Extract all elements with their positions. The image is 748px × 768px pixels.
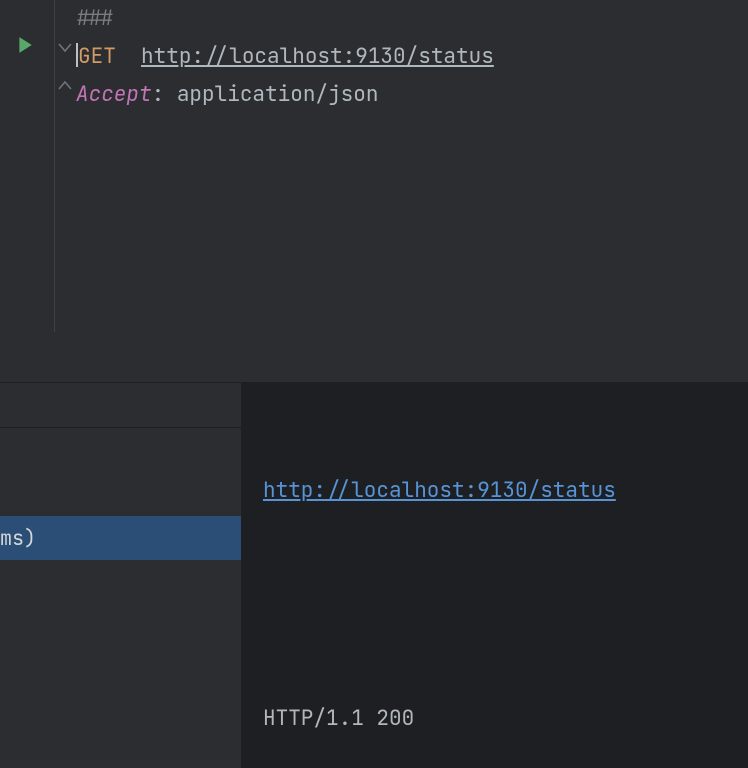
request-url[interactable]: http://localhost:9130/status <box>141 43 494 70</box>
code-line[interactable]: ### <box>76 0 748 38</box>
header-value: application/json <box>177 81 379 108</box>
run-request-icon[interactable] <box>16 36 34 54</box>
tree-row[interactable] <box>0 428 241 472</box>
tree-row-selected[interactable]: ms) <box>0 516 241 560</box>
services-tool-window: ms) http://localhost:9130/status HTTP/1.… <box>0 382 748 768</box>
panel-divider[interactable] <box>0 332 748 382</box>
response-status: HTTP/1.1 200 <box>263 700 726 738</box>
gutter <box>0 0 56 332</box>
request-history-tree[interactable]: ms) <box>0 382 241 768</box>
request-separator: ### <box>76 5 114 32</box>
code-content[interactable]: ### GET http://localhost:9130/status Acc… <box>76 0 748 114</box>
editor-pane[interactable]: ### GET http://localhost:9130/status Acc… <box>0 0 748 332</box>
tree-row[interactable] <box>0 472 241 516</box>
header-name: Accept <box>76 81 152 108</box>
text-caret <box>76 43 78 67</box>
response-url-line: http://localhost:9130/status <box>263 472 726 510</box>
indent-guide <box>54 0 55 332</box>
fold-end-icon <box>58 78 72 94</box>
response-viewer[interactable]: http://localhost:9130/status HTTP/1.1 20… <box>241 382 748 768</box>
code-line[interactable]: Accept: application/json <box>76 76 748 114</box>
tree-item-label: ms) <box>0 525 36 551</box>
fold-toggle-icon[interactable] <box>58 40 72 56</box>
blank-line <box>263 586 726 624</box>
http-method: GET <box>78 43 116 70</box>
header-colon: : <box>152 81 165 108</box>
code-line[interactable]: GET http://localhost:9130/status <box>76 38 748 76</box>
fold-column <box>58 0 74 332</box>
response-url[interactable]: http://localhost:9130/status <box>263 477 616 504</box>
tree-row[interactable] <box>0 383 241 428</box>
